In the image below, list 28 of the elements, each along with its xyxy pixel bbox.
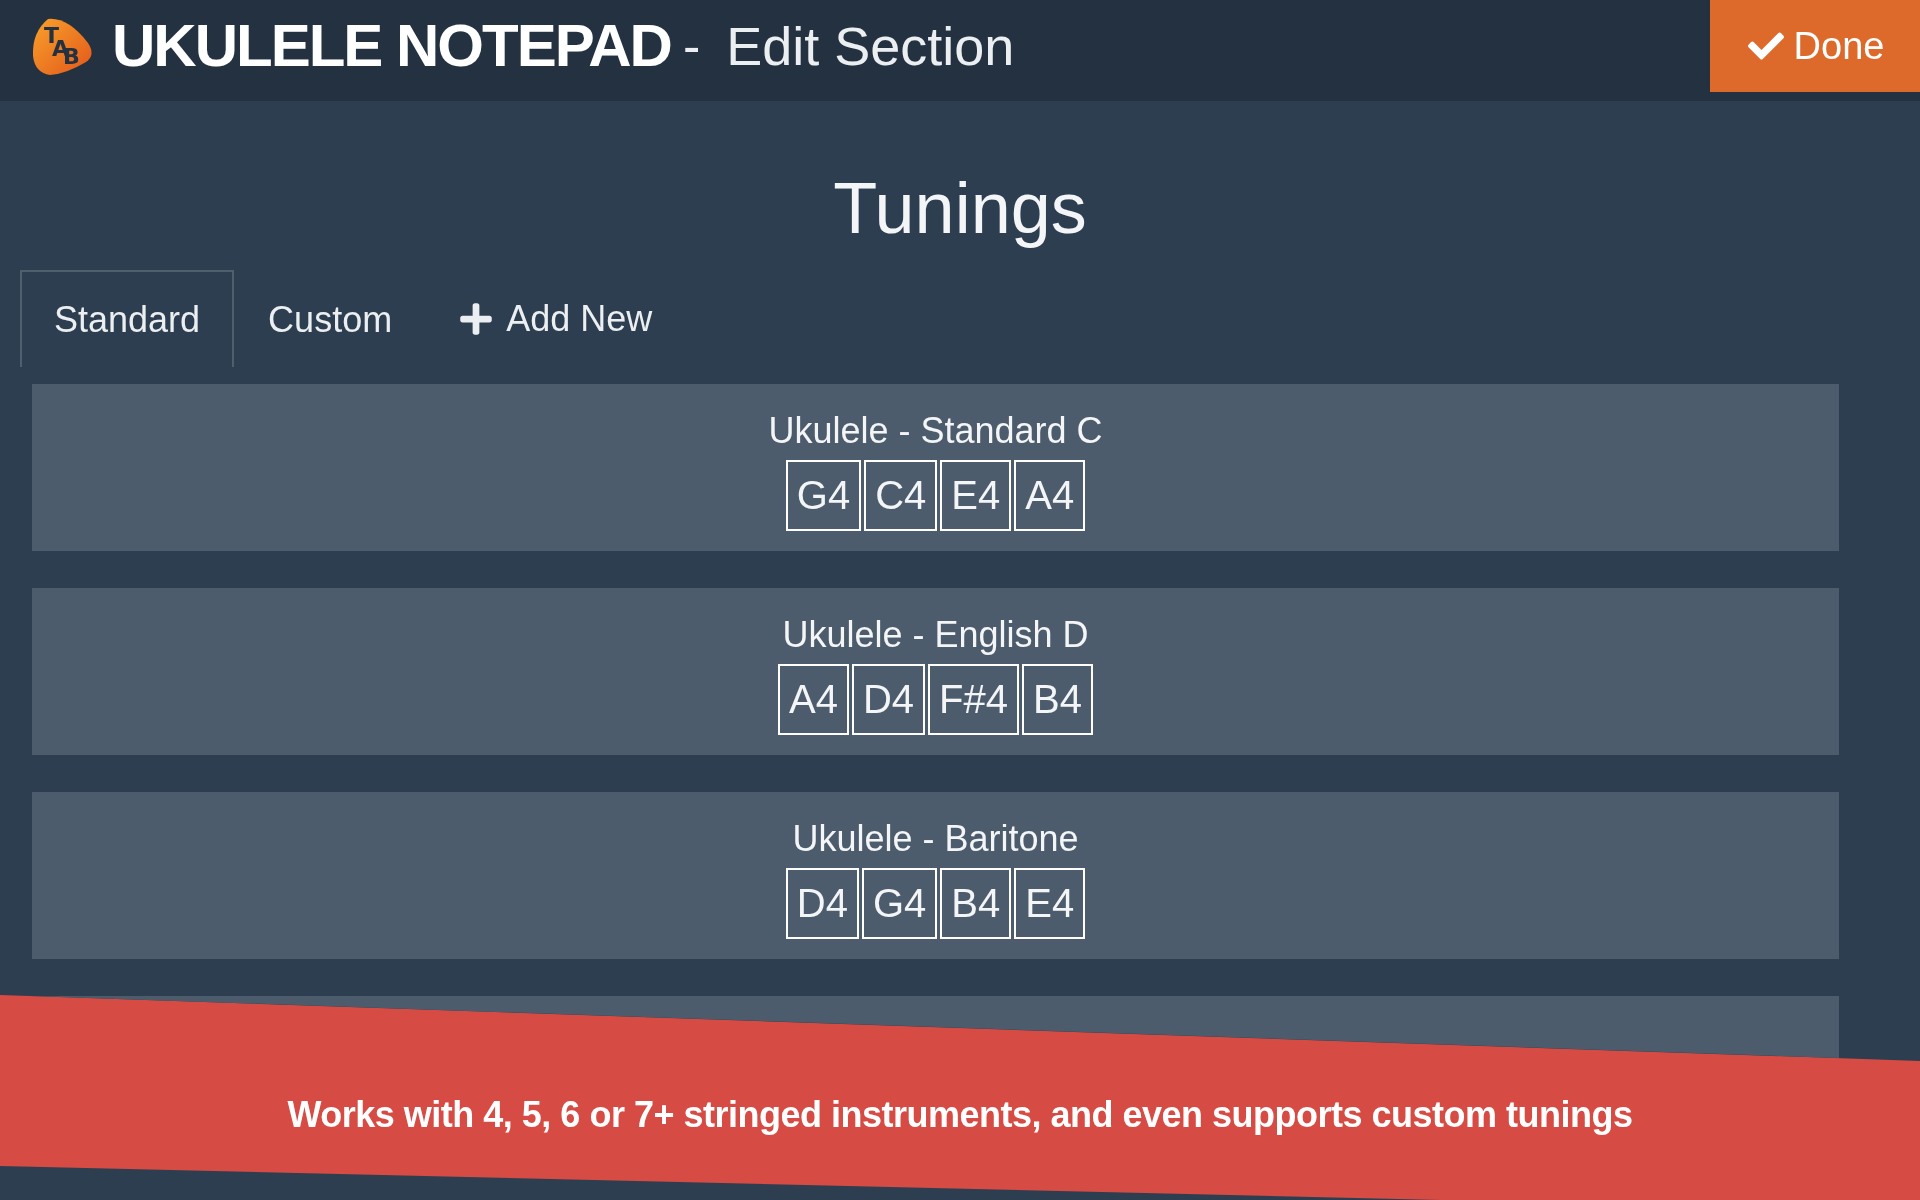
tab[interactable]: Standard	[20, 270, 235, 367]
tuning-name: Ukulele - Baritone	[792, 817, 1079, 861]
string-note: G4	[861, 868, 938, 939]
string-note: A4	[778, 664, 849, 735]
string-note: B4	[1022, 664, 1093, 735]
tuning-card[interactable]: Ukulele - Standard C G4 C4 E4 A4	[32, 384, 1839, 551]
string-note: E4	[940, 460, 1012, 531]
string-note: B4	[940, 868, 1012, 939]
string-note: E4	[1014, 868, 1086, 939]
section-heading: Tunings	[833, 167, 1087, 250]
banner-caption: Works with 4, 5, 6 or 7+ stringed instruments, and even supports custom tunings	[287, 1094, 1633, 1136]
string-note: G4	[785, 460, 862, 531]
tuning-card[interactable]: Ukulele - English D A4 D4 F#4 B4	[32, 588, 1839, 755]
string-note: F#4	[928, 664, 1020, 735]
tuning-name: Ukulele - English D	[782, 613, 1089, 657]
string-note: A4	[1014, 460, 1086, 531]
tuning-card[interactable]: Ukulele - Baritone D4 G4 B4 E4	[32, 792, 1839, 959]
string-note: D4	[785, 868, 859, 939]
tab[interactable]: Custom	[234, 270, 427, 367]
string-note: C4	[864, 460, 938, 531]
string-note: D4	[851, 664, 926, 735]
title-separator: -	[682, 20, 701, 72]
plus-icon	[458, 300, 495, 337]
page-title: Edit Section	[726, 19, 1015, 73]
app-name: UKULELE NOTEPAD	[112, 16, 671, 76]
add-new-button[interactable]: Add New	[426, 270, 685, 367]
done-button[interactable]: Done	[1710, 0, 1920, 92]
tuning-name: Ukulele - Standard C	[768, 409, 1103, 453]
